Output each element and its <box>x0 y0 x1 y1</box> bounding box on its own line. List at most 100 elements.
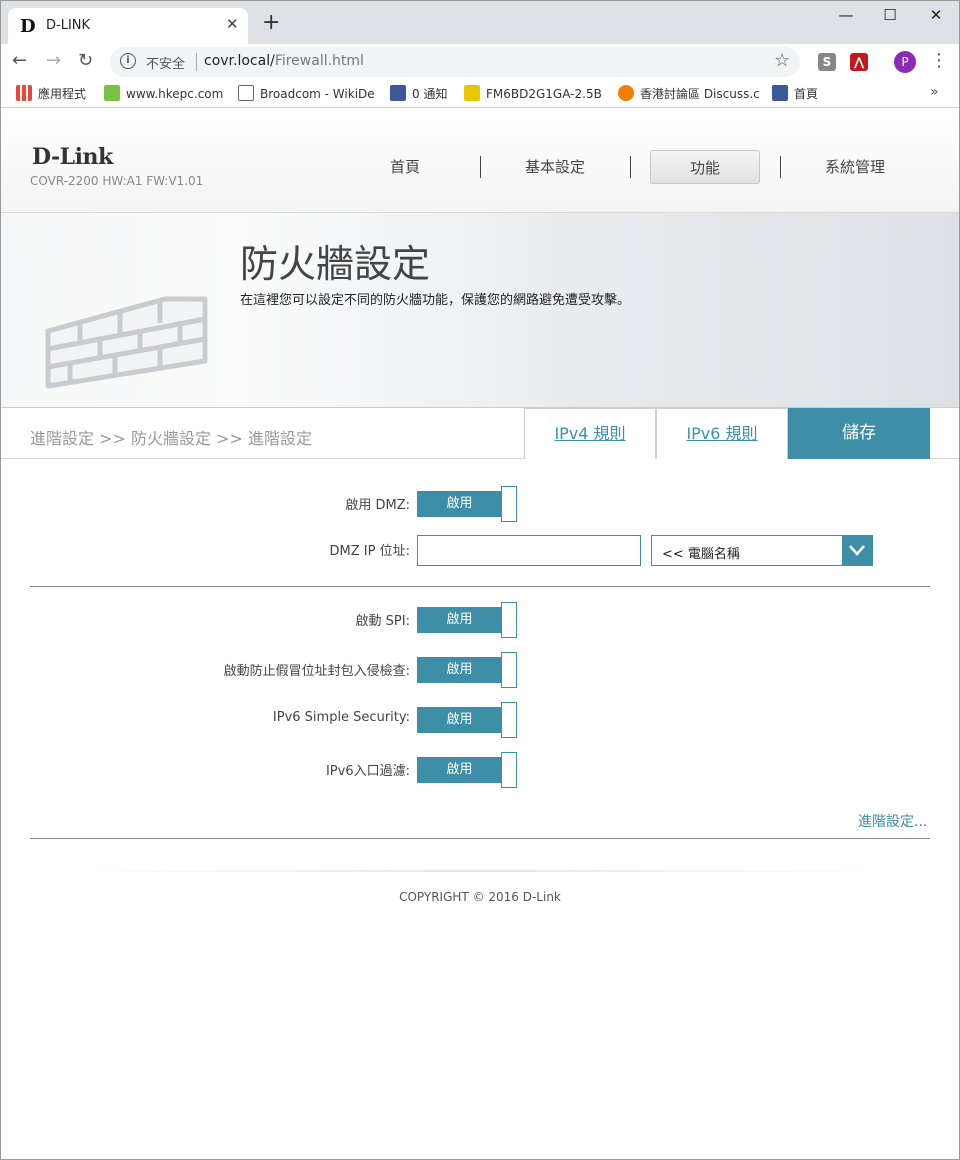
site-header: D-Link COVR-2200 HW:A1 FW:V1.01 首頁 基本設定 … <box>0 110 960 213</box>
facebook-icon <box>390 85 406 101</box>
ipv6-security-row: IPv6 Simple Security: 啟用 <box>0 700 960 740</box>
dmz-ip-input[interactable] <box>417 535 641 566</box>
toggle-state-label: 啟用 <box>417 707 502 733</box>
dlink-favicon-icon: D <box>20 16 36 37</box>
bookmark-star-icon[interactable]: ☆ <box>774 50 790 71</box>
bookmark-label: Broadcom - WikiDe <box>260 87 375 101</box>
breadcrumb: 進階設定 >> 防火牆設定 >> 進階設定 <box>30 429 312 448</box>
maximize-icon[interactable]: ☐ <box>870 6 910 24</box>
toggle-state-label: 啟用 <box>417 491 502 517</box>
bookmark-label: www.hkepc.com <box>126 87 224 101</box>
profile-avatar[interactable]: P <box>894 51 916 73</box>
ipv6-security-label: IPv6 Simple Security: <box>272 710 410 725</box>
url-path: Firewall.html <box>274 53 364 69</box>
toggle-knob[interactable] <box>501 602 517 638</box>
antispoof-label: 啟動防止假冒位址封包入侵檢查: <box>223 664 410 679</box>
page-icon <box>238 85 254 101</box>
back-icon[interactable]: ← <box>12 50 27 71</box>
browser-tab[interactable]: D D-LINK ✕ <box>8 8 248 44</box>
not-secure-label: 不安全 <box>146 57 186 72</box>
bookmark-label: 香港討論區 Discuss.c <box>640 87 760 101</box>
brick-wall-icon <box>45 296 208 389</box>
bookmark-label: FM6BD2G1GA-2.5B <box>486 87 602 101</box>
bookmark-label: 應用程式 <box>38 87 87 101</box>
bookmark-label: 0 通知 <box>412 87 448 101</box>
dmz-toggle[interactable]: 啟用 <box>417 486 517 522</box>
apps-grid-icon <box>16 85 32 101</box>
page-title: 防火牆設定 <box>240 242 431 286</box>
footer-divider <box>60 870 900 872</box>
extension-s-icon[interactable]: S <box>818 53 836 71</box>
bookmark-label: 首頁 <box>794 87 819 101</box>
dlink-logo: D-Link <box>32 144 113 170</box>
dmz-row: 啟用 DMZ: 啟用 <box>0 484 960 524</box>
spi-toggle[interactable]: 啟用 <box>417 602 517 638</box>
url-text[interactable]: covr.local/Firewall.html <box>204 53 364 69</box>
bookmark-fm6bd2g1ga[interactable]: FM6BD2G1GA-2.5B <box>464 85 602 101</box>
address-bar[interactable]: i 不安全 covr.local/Firewall.html ☆ <box>110 47 800 77</box>
ipv6-ingress-filter-toggle[interactable]: 啟用 <box>417 752 517 788</box>
spi-row: 啟動 SPI: 啟用 <box>0 600 960 640</box>
close-window-icon[interactable]: ✕ <box>916 6 956 24</box>
nav-separator <box>480 156 481 178</box>
antispoof-toggle[interactable]: 啟用 <box>417 652 517 688</box>
copyright: COPYRIGHT © 2016 D-Link <box>399 890 561 904</box>
bookmark-fb-home[interactable]: 首頁 <box>772 85 818 102</box>
new-tab-icon[interactable]: + <box>262 12 280 34</box>
nav-separator <box>780 156 781 178</box>
bookmarks-bar: 應用程式 www.hkepc.com Broadcom - WikiDe 0 通… <box>0 80 960 108</box>
bookmark-apps[interactable]: 應用程式 <box>16 85 86 102</box>
page-description: 在這裡您可以設定不同的防火牆功能，保護您的網路避免遭受攻擊。 <box>240 293 631 308</box>
chevron-down-icon[interactable] <box>842 536 872 565</box>
bookmark-broadcom[interactable]: Broadcom - WikiDe <box>238 85 375 101</box>
advanced-settings-link[interactable]: 進階設定... <box>858 811 927 831</box>
save-button[interactable]: 儲存 <box>788 408 930 459</box>
select-value: << 電腦名稱 <box>662 547 740 562</box>
toggle-knob[interactable] <box>501 652 517 688</box>
dmz-ip-label: DMZ IP 位址: <box>329 544 410 559</box>
hkepc-icon <box>104 85 120 101</box>
tab-ipv6-rules[interactable]: IPv6 規則 <box>656 408 788 459</box>
reload-icon[interactable]: ↻ <box>78 50 93 71</box>
dmz-ip-row: DMZ IP 位址: << 電腦名稱 <box>0 530 960 570</box>
model-info: COVR-2200 HW:A1 FW:V1.01 <box>30 174 204 188</box>
acrobat-extension-icon[interactable]: ⋀ <box>850 53 868 71</box>
yellow-logo-icon <box>464 85 480 101</box>
tab-title: D-LINK <box>46 18 91 33</box>
browser-menu-icon[interactable]: ⋮ <box>930 50 948 71</box>
dmz-label: 啟用 DMZ: <box>345 498 410 513</box>
toggle-knob[interactable] <box>501 752 517 788</box>
nav-home[interactable]: 首頁 <box>350 150 460 184</box>
section-divider <box>30 838 930 839</box>
browser-titlebar: D D-LINK ✕ + — ☐ ✕ <box>0 0 960 44</box>
nav-management[interactable]: 系統管理 <box>800 150 910 184</box>
bookmark-hkepc[interactable]: www.hkepc.com <box>104 85 223 101</box>
bookmark-discuss[interactable]: 香港討論區 Discuss.c <box>618 85 760 102</box>
ipv6-security-toggle[interactable]: 啟用 <box>417 702 517 738</box>
bookmark-fb-notifications[interactable]: 0 通知 <box>390 85 447 102</box>
info-icon[interactable]: i <box>120 53 136 69</box>
chat-bubble-icon <box>618 85 634 101</box>
sub-bar: 進階設定 >> 防火牆設定 >> 進階設定 IPv4 規則 IPv6 規則 儲存 <box>0 408 960 459</box>
tab-ipv4-rules[interactable]: IPv4 規則 <box>524 408 656 459</box>
browser-toolbar: ← → ↻ i 不安全 covr.local/Firewall.html ☆ S… <box>0 44 960 80</box>
url-host: covr.local/ <box>204 53 275 69</box>
toggle-knob[interactable] <box>501 486 517 522</box>
main-nav: 首頁 基本設定 功能 系統管理 <box>330 150 930 184</box>
section-divider <box>30 586 930 587</box>
minimize-icon[interactable]: — <box>826 6 866 24</box>
facebook-icon <box>772 85 788 101</box>
computer-name-select[interactable]: << 電腦名稱 <box>651 535 873 566</box>
toggle-state-label: 啟用 <box>417 757 502 783</box>
nav-features[interactable]: 功能 <box>650 150 760 184</box>
ipv6-ingress-filter-label: IPv6入口過濾: <box>325 764 410 779</box>
nav-basic-settings[interactable]: 基本設定 <box>500 150 610 184</box>
nav-separator <box>630 156 631 178</box>
close-tab-icon[interactable]: ✕ <box>226 15 239 33</box>
ipv6-ingress-filter-row: IPv6入口過濾: 啟用 <box>0 750 960 790</box>
antispoof-row: 啟動防止假冒位址封包入侵檢查: 啟用 <box>0 650 960 690</box>
forward-icon[interactable]: → <box>46 50 61 71</box>
bookmarks-overflow-icon[interactable]: » <box>930 84 939 100</box>
toggle-knob[interactable] <box>501 702 517 738</box>
toggle-state-label: 啟用 <box>417 657 502 683</box>
